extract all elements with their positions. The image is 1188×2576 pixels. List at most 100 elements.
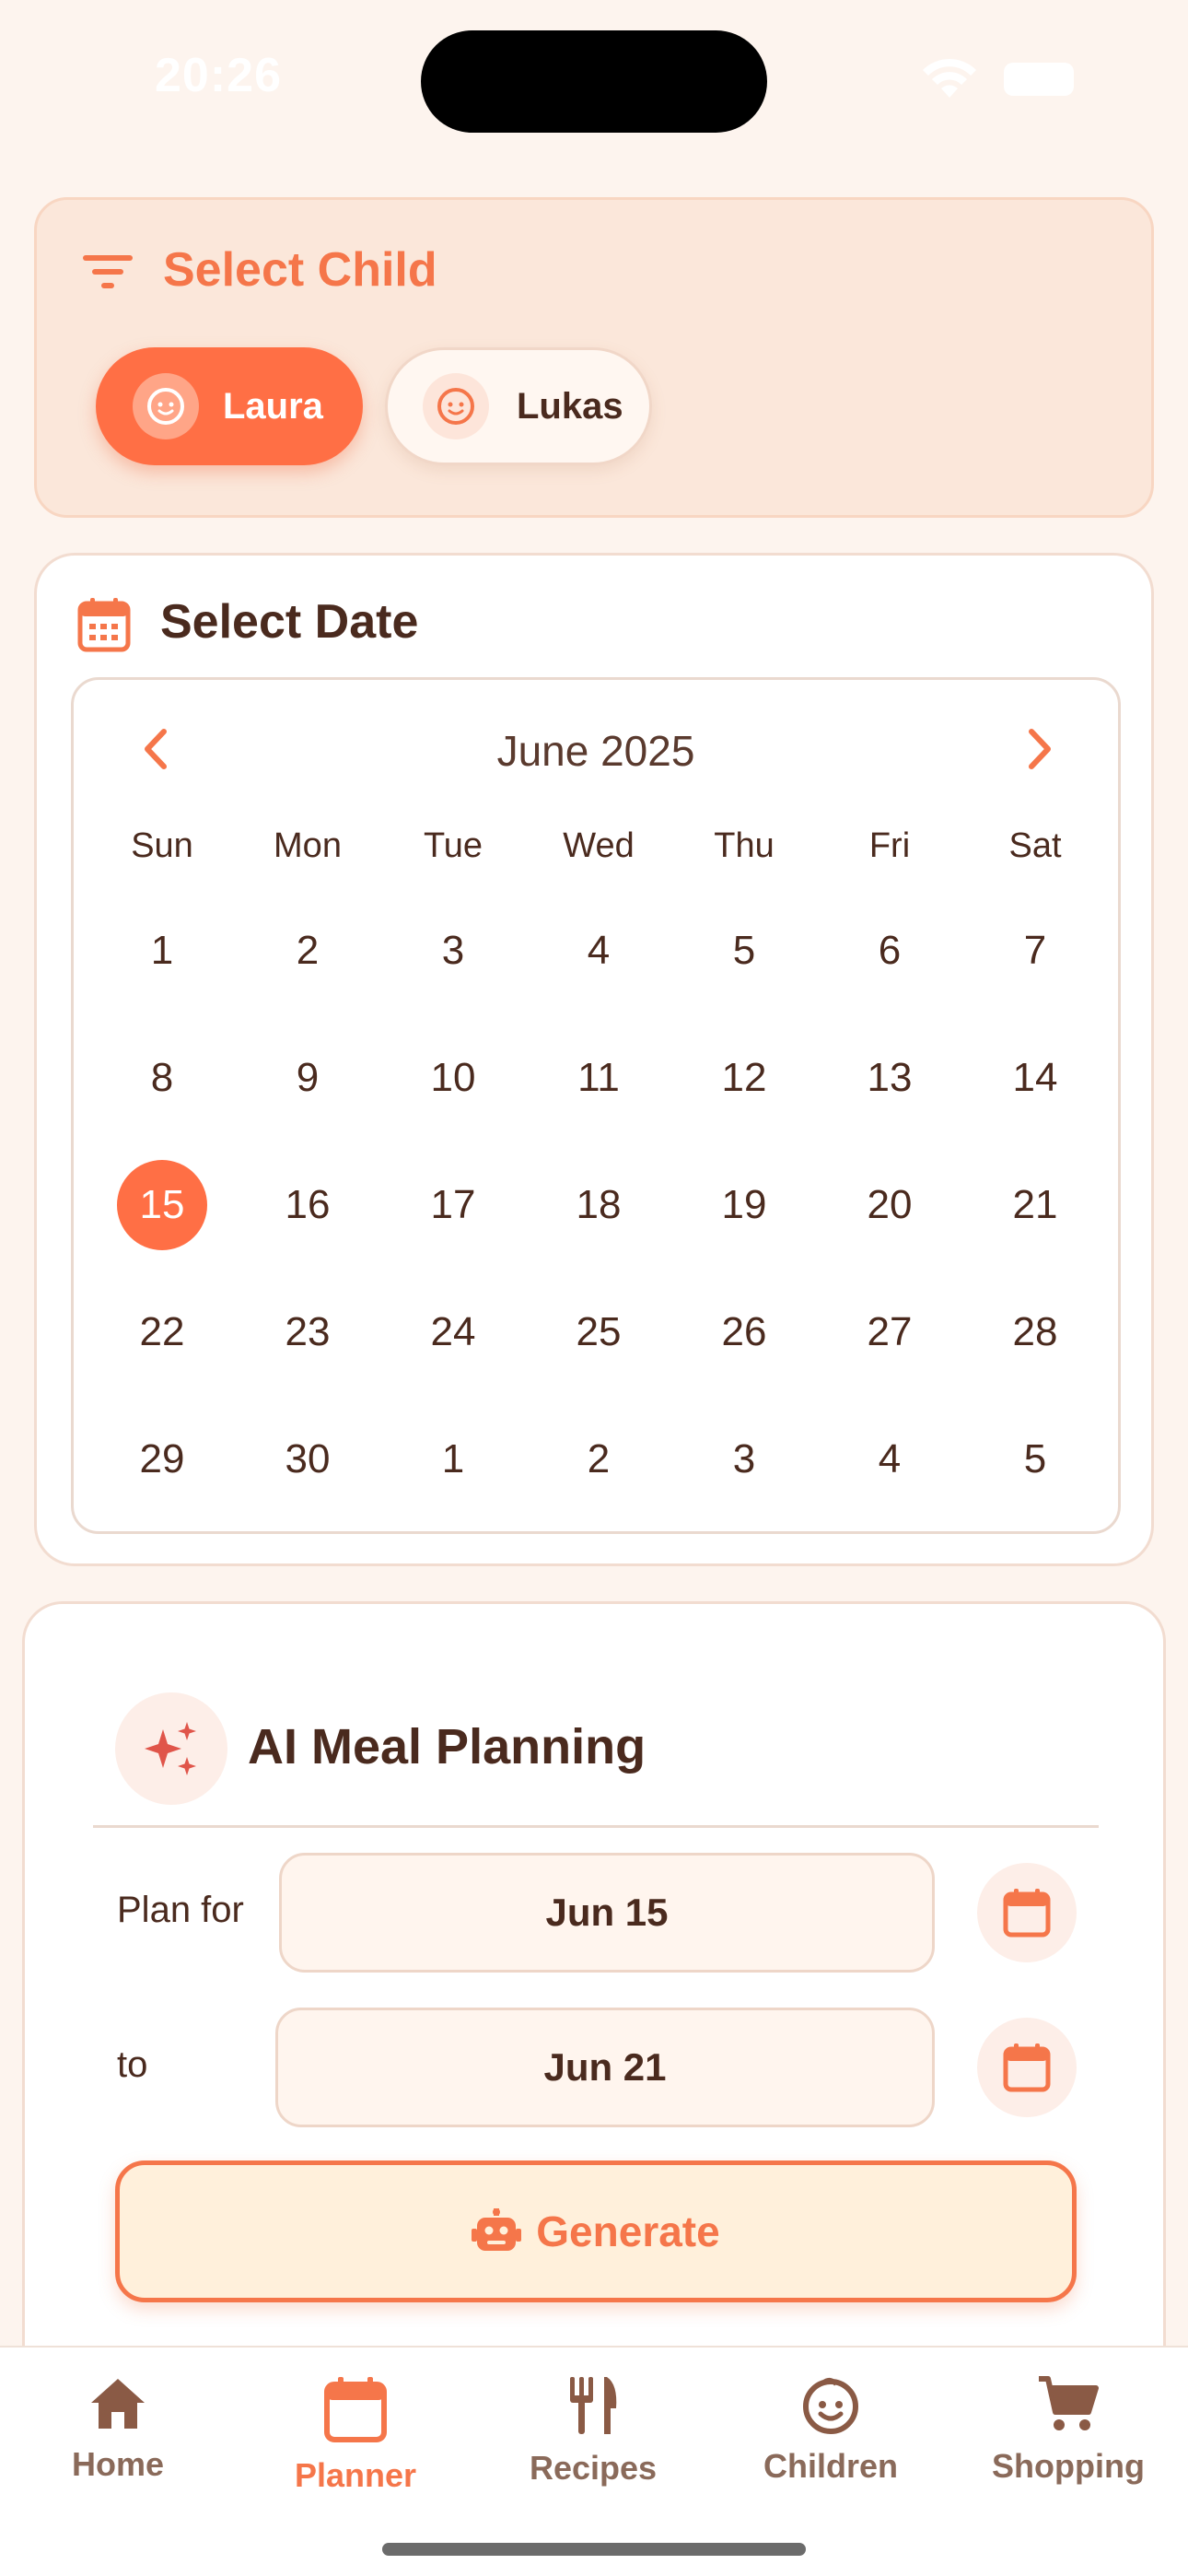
- calendar-day[interactable]: 29: [111, 1413, 213, 1505]
- child-face-icon: [437, 388, 474, 425]
- status-time: 20:26: [155, 49, 282, 102]
- calendar-day[interactable]: 5: [984, 1413, 1086, 1505]
- date-selector-card: Select Date June 2025 Sun Mon Tue Wed Th…: [34, 553, 1154, 1566]
- home-indicator: [382, 2543, 806, 2556]
- ai-meal-planning-title: AI Meal Planning: [248, 1719, 646, 1774]
- generate-button-label: Generate: [536, 2207, 720, 2255]
- tab-shopping[interactable]: Shopping: [958, 2375, 1179, 2513]
- calendar-day[interactable]: 13: [839, 1032, 940, 1124]
- calendar-icon: [1003, 1889, 1051, 1938]
- calendar: June 2025 Sun Mon Tue Wed Thu Fri Sat 1 …: [71, 677, 1121, 1534]
- tab-planner[interactable]: Planner: [245, 2375, 466, 2513]
- calendar-day[interactable]: 21: [984, 1159, 1086, 1251]
- calendar-day[interactable]: 4: [548, 905, 649, 997]
- calendar-icon: [77, 598, 131, 652]
- weekday-label: Sat: [1008, 825, 1062, 865]
- calendar-day[interactable]: 22: [111, 1286, 213, 1378]
- calendar-month-title: June 2025: [496, 727, 695, 775]
- calendar-day[interactable]: 12: [693, 1032, 795, 1124]
- battery-icon: [1004, 63, 1074, 96]
- calendar-day[interactable]: 18: [548, 1159, 649, 1251]
- dynamic-island: [421, 30, 767, 133]
- child-chip-label: Lukas: [517, 385, 623, 427]
- tab-label: Home: [71, 2445, 165, 2483]
- to-label: to: [117, 2044, 148, 2085]
- calendar-day[interactable]: 14: [984, 1032, 1086, 1124]
- calendar-day[interactable]: 19: [693, 1159, 795, 1251]
- weekday-label: Sun: [131, 825, 193, 865]
- calendar-day[interactable]: 10: [402, 1032, 504, 1124]
- calendar-day[interactable]: 2: [257, 905, 358, 997]
- calendar-day[interactable]: 8: [111, 1032, 213, 1124]
- plan-for-label: Plan for: [117, 1890, 244, 1930]
- calendar-day[interactable]: 5: [693, 905, 795, 997]
- calendar-icon: [1003, 2043, 1051, 2092]
- weekday-header-row: Sun Mon Tue Wed Thu Fri Sat: [74, 800, 1118, 873]
- calendar-week-row: 29 30 1 2 3 4 5: [74, 1413, 1118, 1487]
- child-face-icon: [147, 388, 184, 425]
- child-chip-label: Laura: [223, 385, 323, 427]
- filter-icon: [83, 255, 133, 288]
- calendar-day[interactable]: 28: [984, 1286, 1086, 1378]
- tab-label: Children: [763, 2447, 898, 2485]
- calendar-day[interactable]: 23: [257, 1286, 358, 1378]
- calendar-week-row: 8 9 10 11 12 13 14: [74, 1032, 1118, 1106]
- weekday-label: Thu: [714, 825, 775, 865]
- calendar-day[interactable]: 7: [984, 905, 1086, 997]
- tab-label: Planner: [294, 2456, 417, 2494]
- select-child-title: Select Child: [163, 243, 437, 297]
- calendar-day[interactable]: 11: [548, 1032, 649, 1124]
- weekday-label: Tue: [423, 825, 483, 865]
- sparkles-icon: [145, 1722, 196, 1775]
- end-date-field[interactable]: Jun 21: [275, 2008, 935, 2127]
- child-chip-lukas[interactable]: Lukas: [385, 347, 652, 465]
- calendar-day[interactable]: 24: [402, 1286, 504, 1378]
- calendar-day[interactable]: 20: [839, 1159, 940, 1251]
- calendar-day[interactable]: 9: [257, 1032, 358, 1124]
- calendar-day[interactable]: 2: [548, 1413, 649, 1505]
- calendar-day[interactable]: 6: [839, 905, 940, 997]
- chevron-right-icon[interactable]: [1022, 728, 1055, 770]
- calendar-day[interactable]: 27: [839, 1286, 940, 1378]
- tab-label: Recipes: [529, 2449, 658, 2487]
- calendar-day-selected[interactable]: 15: [111, 1159, 213, 1251]
- calendar-day[interactable]: 3: [693, 1413, 795, 1505]
- child-selector-card: Select Child Laura Lukas: [34, 197, 1154, 518]
- calendar-day[interactable]: 26: [693, 1286, 795, 1378]
- calendar-week-row: 15 16 17 18 19 20 21: [74, 1159, 1118, 1250]
- sparkle-badge: [115, 1692, 227, 1805]
- divider: [93, 1825, 1099, 1828]
- weekday-label: Fri: [868, 825, 911, 865]
- child-avatar: [133, 373, 199, 439]
- child-avatar: [423, 373, 489, 439]
- generate-button[interactable]: Generate: [115, 2160, 1077, 2302]
- home-icon: [91, 2379, 145, 2429]
- calendar-day[interactable]: 1: [402, 1413, 504, 1505]
- calendar-week-row: 1 2 3 4 5 6 7: [74, 905, 1118, 978]
- calendar-day[interactable]: 3: [402, 905, 504, 997]
- tab-bar: Home Planner Recipes Children Shopping: [0, 2346, 1188, 2576]
- weekday-label: Mon: [274, 825, 342, 865]
- calendar-day[interactable]: 16: [257, 1159, 358, 1251]
- calendar-week-row: 22 23 24 25 26 27 28: [74, 1286, 1118, 1360]
- start-date-field[interactable]: Jun 15: [279, 1853, 935, 1973]
- calendar-icon: [324, 2377, 387, 2442]
- calendar-day[interactable]: 30: [257, 1413, 358, 1505]
- child-chip-laura[interactable]: Laura: [96, 347, 363, 465]
- tab-children[interactable]: Children: [720, 2375, 941, 2513]
- calendar-day[interactable]: 4: [839, 1413, 940, 1505]
- wifi-icon: [923, 58, 976, 98]
- start-date-picker-button[interactable]: [977, 1863, 1077, 1962]
- tab-home[interactable]: Home: [7, 2375, 228, 2513]
- calendar-day[interactable]: 17: [402, 1159, 504, 1251]
- select-date-title: Select Date: [160, 595, 419, 649]
- tab-label: Shopping: [992, 2447, 1145, 2485]
- tab-recipes[interactable]: Recipes: [483, 2375, 704, 2513]
- status-bar: 20:26: [0, 0, 1188, 157]
- robot-icon: [472, 2208, 522, 2251]
- calendar-day[interactable]: 1: [111, 905, 213, 997]
- end-date-picker-button[interactable]: [977, 2018, 1077, 2117]
- cart-icon: [1039, 2376, 1099, 2430]
- calendar-day[interactable]: 25: [548, 1286, 649, 1378]
- weekday-label: Wed: [563, 825, 635, 865]
